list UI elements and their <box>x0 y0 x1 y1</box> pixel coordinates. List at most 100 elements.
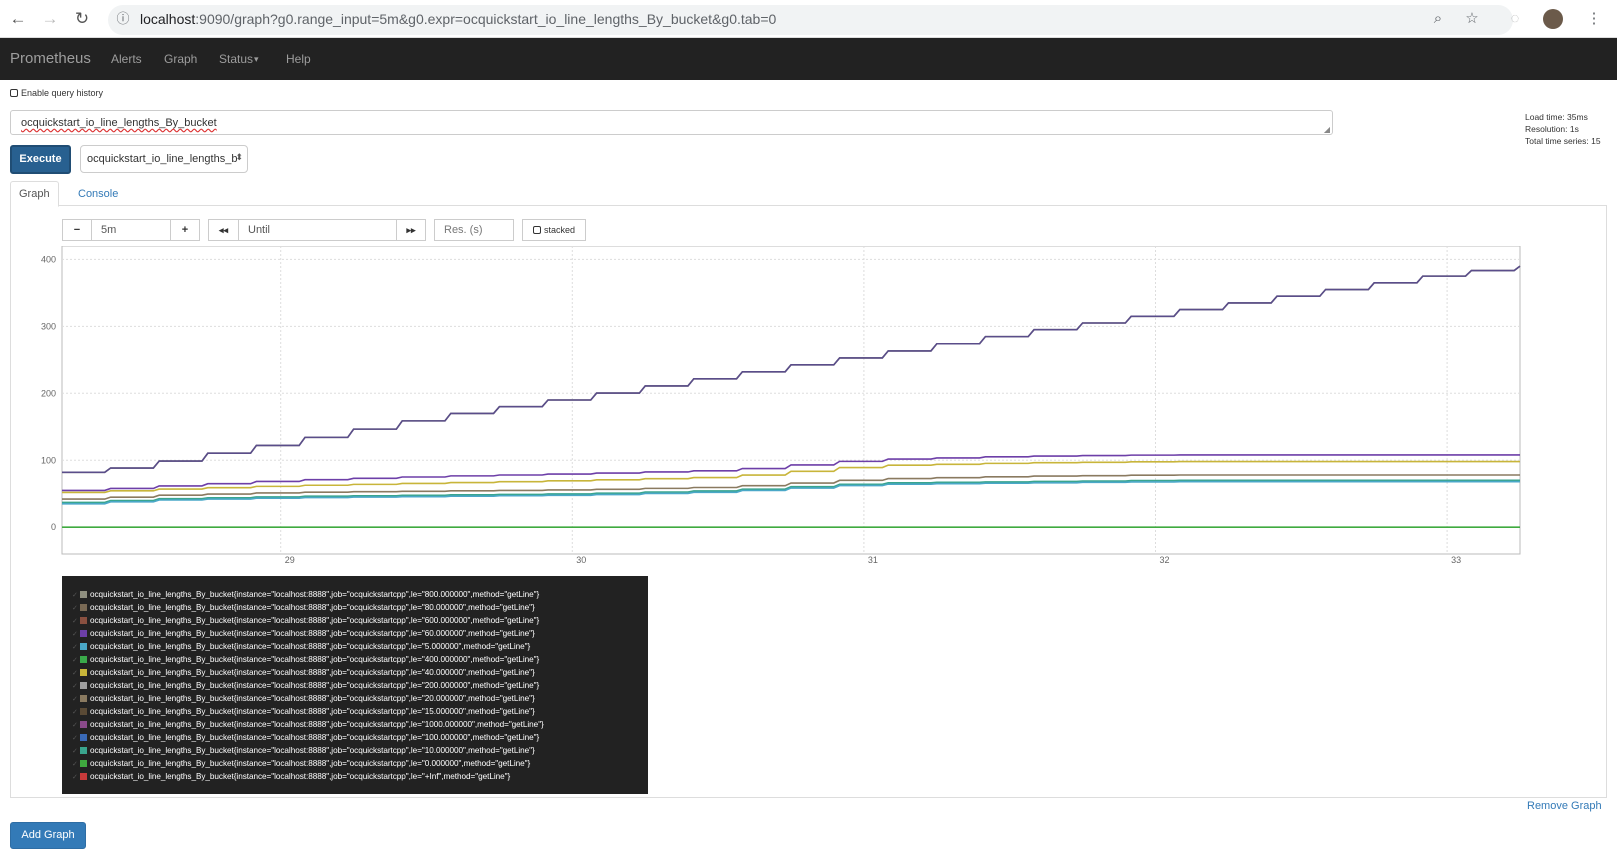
legend-item[interactable]: ✓ ocquickstart_io_line_lengths_By_bucket{… <box>72 744 648 757</box>
legend-swatch <box>80 617 87 624</box>
line-chart[interactable]: 0 100 200 300 400 29 30 31 32 33 <box>30 246 1570 576</box>
check-icon: ✓ <box>72 721 78 729</box>
nav-graph[interactable]: Graph <box>164 52 197 66</box>
checkbox[interactable] <box>10 89 18 97</box>
check-icon: ✓ <box>72 695 78 703</box>
execute-button[interactable]: Execute <box>10 145 71 174</box>
check-icon: ✓ <box>72 773 78 781</box>
legend-item[interactable]: ✓ ocquickstart_io_line_lengths_By_bucket{… <box>72 731 648 744</box>
zoom-icon[interactable]: ⌕ <box>1429 10 1447 28</box>
legend-item[interactable]: ✓ ocquickstart_io_line_lengths_By_bucket{… <box>72 640 648 653</box>
x-tick-label: 31 <box>868 555 878 565</box>
caret-down-icon[interactable]: ▾ <box>254 54 259 65</box>
url-host: localhost <box>140 11 196 27</box>
legend-swatch <box>80 604 87 611</box>
navbar: Prometheus Alerts Graph Status ▾ Help <box>0 38 1617 80</box>
resolution-input[interactable]: Res. (s) <box>434 219 514 241</box>
nav-help[interactable]: Help <box>286 52 311 66</box>
legend-swatch <box>80 656 87 663</box>
legend-swatch <box>80 708 87 715</box>
legend-item[interactable]: ✓ ocquickstart_io_line_lengths_By_bucket{… <box>72 679 648 692</box>
expression-text: ocquickstart_io_line_lengths_By_bucket <box>21 117 217 129</box>
forward-icon[interactable]: ▸▸ <box>396 219 426 241</box>
y-tick-label: 100 <box>41 455 56 465</box>
legend-label: ocquickstart_io_line_lengths_By_bucket{i… <box>90 694 535 703</box>
legend-item[interactable]: ✓ ocquickstart_io_line_lengths_By_bucket{… <box>72 718 648 731</box>
legend-swatch <box>80 747 87 754</box>
until-input[interactable]: Until <box>238 219 397 241</box>
query-stats: Load time: 35ms Resolution: 1s Total tim… <box>1525 111 1601 147</box>
legend-label: ocquickstart_io_line_lengths_By_bucket{i… <box>90 590 540 599</box>
check-icon: ✓ <box>72 669 78 677</box>
tab-graph[interactable]: Graph <box>10 181 59 207</box>
legend-label: ocquickstart_io_line_lengths_By_bucket{i… <box>90 629 535 638</box>
legend-label: ocquickstart_io_line_lengths_By_bucket{i… <box>90 759 531 768</box>
range-input[interactable]: 5m <box>91 219 171 241</box>
check-icon: ✓ <box>72 747 78 755</box>
reload-icon[interactable]: ↻ <box>72 9 92 29</box>
legend-item[interactable]: ✓ ocquickstart_io_line_lengths_By_bucket{… <box>72 601 648 614</box>
until-placeholder: Until <box>248 224 271 236</box>
tab-console[interactable]: Console <box>69 181 127 207</box>
query-history-toggle[interactable]: Enable query history <box>10 88 103 98</box>
stacked-label: stacked <box>543 225 576 235</box>
legend-item[interactable]: ✓ ocquickstart_io_line_lengths_By_bucket{… <box>72 705 648 718</box>
x-tick-label: 33 <box>1451 555 1461 565</box>
check-icon: ✓ <box>72 591 78 599</box>
legend-item[interactable]: ✓ ocquickstart_io_line_lengths_By_bucket{… <box>72 653 648 666</box>
legend-swatch <box>80 760 87 767</box>
forward-arrow-icon[interactable]: → <box>40 9 60 29</box>
browser-toolbar: ← → ↻ ⓘ localhost:9090/graph?g0.range_in… <box>0 0 1617 38</box>
y-tick-label: 200 <box>41 388 56 398</box>
check-icon: ✓ <box>72 760 78 768</box>
brand-logo[interactable]: Prometheus <box>10 50 91 67</box>
stacked-toggle[interactable]: stacked <box>522 219 586 241</box>
range-increase-button[interactable]: + <box>170 219 200 241</box>
check-icon: ✓ <box>72 708 78 716</box>
tab-bar: Graph Console <box>10 181 1607 207</box>
legend-swatch <box>80 721 87 728</box>
legend-label: ocquickstart_io_line_lengths_By_bucket{i… <box>90 655 540 664</box>
legend-item[interactable]: ✓ ocquickstart_io_line_lengths_By_bucket{… <box>72 770 648 783</box>
profile-avatar[interactable] <box>1543 9 1563 29</box>
add-graph-button[interactable]: Add Graph <box>10 822 86 849</box>
legend-item[interactable]: ✓ ocquickstart_io_line_lengths_By_bucket{… <box>72 588 648 601</box>
metric-select[interactable]: ocquickstart_io_line_lengths_b ⬍ <box>80 145 248 173</box>
legend-swatch <box>80 695 87 702</box>
extension-icon[interactable]: ◌ <box>1506 10 1524 28</box>
back-arrow-icon[interactable]: ← <box>8 9 28 29</box>
legend-swatch <box>80 643 87 650</box>
legend-label: ocquickstart_io_line_lengths_By_bucket{i… <box>90 616 540 625</box>
menu-dots-icon[interactable]: ⋮ <box>1585 10 1603 28</box>
load-time: Load time: 35ms <box>1525 112 1588 122</box>
remove-graph-link[interactable]: Remove Graph <box>1527 800 1602 812</box>
info-icon[interactable]: ⓘ <box>114 10 132 28</box>
range-value: 5m <box>101 224 117 236</box>
legend-swatch <box>80 682 87 689</box>
legend-item[interactable]: ✓ ocquickstart_io_line_lengths_By_bucket{… <box>72 627 648 640</box>
resize-handle-icon[interactable]: ◢ <box>1324 125 1330 134</box>
check-icon: ✓ <box>72 656 78 664</box>
legend-item[interactable]: ✓ ocquickstart_io_line_lengths_By_bucket{… <box>72 614 648 627</box>
legend-item[interactable]: ✓ ocquickstart_io_line_lengths_By_bucket{… <box>72 692 648 705</box>
y-tick-label: 0 <box>51 522 56 532</box>
x-tick-label: 32 <box>1160 555 1170 565</box>
check-icon: ✓ <box>72 604 78 612</box>
expression-input[interactable]: ocquickstart_io_line_lengths_By_bucket ◢ <box>10 110 1333 135</box>
back-icon[interactable]: ◂◂ <box>208 219 239 241</box>
range-decrease-button[interactable]: − <box>62 219 92 241</box>
x-tick-label: 29 <box>285 555 295 565</box>
legend-item[interactable]: ✓ ocquickstart_io_line_lengths_By_bucket{… <box>72 757 648 770</box>
check-icon: ✓ <box>72 617 78 625</box>
checkbox[interactable] <box>532 226 541 234</box>
legend-item[interactable]: ✓ ocquickstart_io_line_lengths_By_bucket{… <box>72 666 648 679</box>
res-placeholder: Res. (s) <box>444 224 483 236</box>
nav-alerts[interactable]: Alerts <box>111 52 142 66</box>
star-icon[interactable]: ☆ <box>1463 10 1481 28</box>
legend-label: ocquickstart_io_line_lengths_By_bucket{i… <box>90 642 531 651</box>
total-series: Total time series: 15 <box>1525 136 1601 146</box>
x-tick-label: 30 <box>576 555 586 565</box>
nav-status[interactable]: Status <box>219 52 253 66</box>
url-text[interactable]: localhost:9090/graph?g0.range_input=5m&g… <box>140 11 776 27</box>
legend-label: ocquickstart_io_line_lengths_By_bucket{i… <box>90 707 535 716</box>
